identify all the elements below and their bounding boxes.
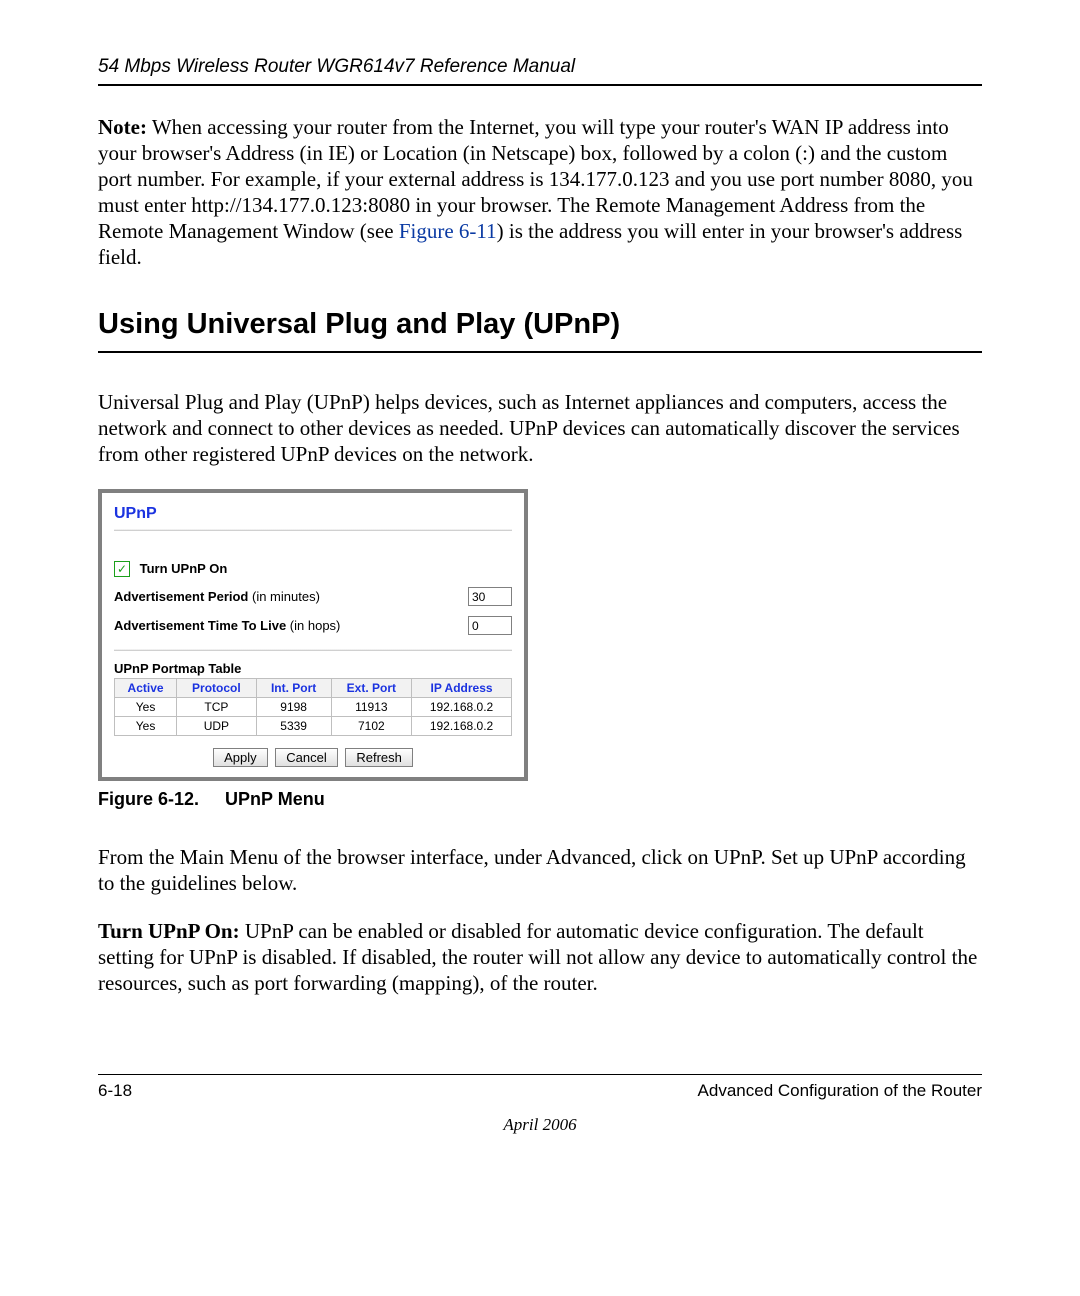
header-title: 54 Mbps Wireless Router WGR614v7 Referen…: [98, 56, 575, 77]
turn-upnp-on-paragraph: Turn UPnP On: UPnP can be enabled or dis…: [98, 918, 982, 996]
note-paragraph: Note: When accessing your router from th…: [98, 114, 982, 270]
upnp-panel: UPnP ✓ Turn UPnP On Advertisement Period…: [98, 489, 528, 781]
divider: [114, 529, 512, 531]
note-label: Note:: [98, 115, 147, 139]
refresh-button[interactable]: Refresh: [345, 748, 413, 767]
table-header-row: Active Protocol Int. Port Ext. Port IP A…: [115, 679, 512, 698]
adv-ttl-unit: (in hops): [286, 618, 340, 633]
figure-number: Figure 6-12.: [98, 789, 199, 809]
adv-ttl-label: Advertisement Time To Live: [114, 618, 286, 633]
button-row: Apply Cancel Refresh: [114, 748, 512, 767]
footer-section: Advanced Configuration of the Router: [698, 1081, 982, 1101]
after-figure-paragraph: From the Main Menu of the browser interf…: [98, 844, 982, 896]
page-header: 54 Mbps Wireless Router WGR614v7 Referen…: [98, 56, 982, 86]
figure-6-11-link[interactable]: Figure 6-11: [399, 219, 497, 243]
adv-period-unit: (in minutes): [248, 589, 320, 604]
col-ip: IP Address: [412, 679, 512, 698]
intro-paragraph: Universal Plug and Play (UPnP) helps dev…: [98, 389, 982, 467]
footer-page-number: 6-18: [98, 1081, 132, 1101]
portmap-table: Active Protocol Int. Port Ext. Port IP A…: [114, 678, 512, 736]
portmap-title: UPnP Portmap Table: [114, 661, 512, 676]
figure-title: UPnP Menu: [225, 789, 325, 809]
adv-period-input[interactable]: [468, 587, 512, 606]
adv-period-label: Advertisement Period: [114, 589, 248, 604]
divider: [114, 649, 512, 651]
turn-upnp-on-row: ✓ Turn UPnP On: [114, 561, 512, 577]
turn-upnp-on-label: Turn UPnP On: [140, 561, 228, 576]
adv-ttl-input[interactable]: [468, 616, 512, 635]
cancel-button[interactable]: Cancel: [275, 748, 337, 767]
adv-period-row: Advertisement Period (in minutes): [114, 587, 512, 606]
turn-upnp-on-checkbox[interactable]: ✓: [114, 561, 130, 577]
table-row: Yes UDP 5339 7102 192.168.0.2: [115, 717, 512, 736]
turn-upnp-on-heading: Turn UPnP On:: [98, 919, 240, 943]
figure-caption: Figure 6-12. UPnP Menu: [98, 789, 982, 810]
adv-ttl-row: Advertisement Time To Live (in hops): [114, 616, 512, 635]
table-row: Yes TCP 9198 11913 192.168.0.2: [115, 698, 512, 717]
col-active: Active: [115, 679, 177, 698]
col-ext-port: Ext. Port: [331, 679, 411, 698]
section-heading-upnp: Using Universal Plug and Play (UPnP): [98, 308, 982, 353]
footer: 6-18 Advanced Configuration of the Route…: [98, 1075, 982, 1101]
apply-button[interactable]: Apply: [213, 748, 268, 767]
col-int-port: Int. Port: [256, 679, 331, 698]
panel-title: UPnP: [114, 503, 512, 527]
col-protocol: Protocol: [177, 679, 257, 698]
footer-date: April 2006: [98, 1115, 982, 1135]
